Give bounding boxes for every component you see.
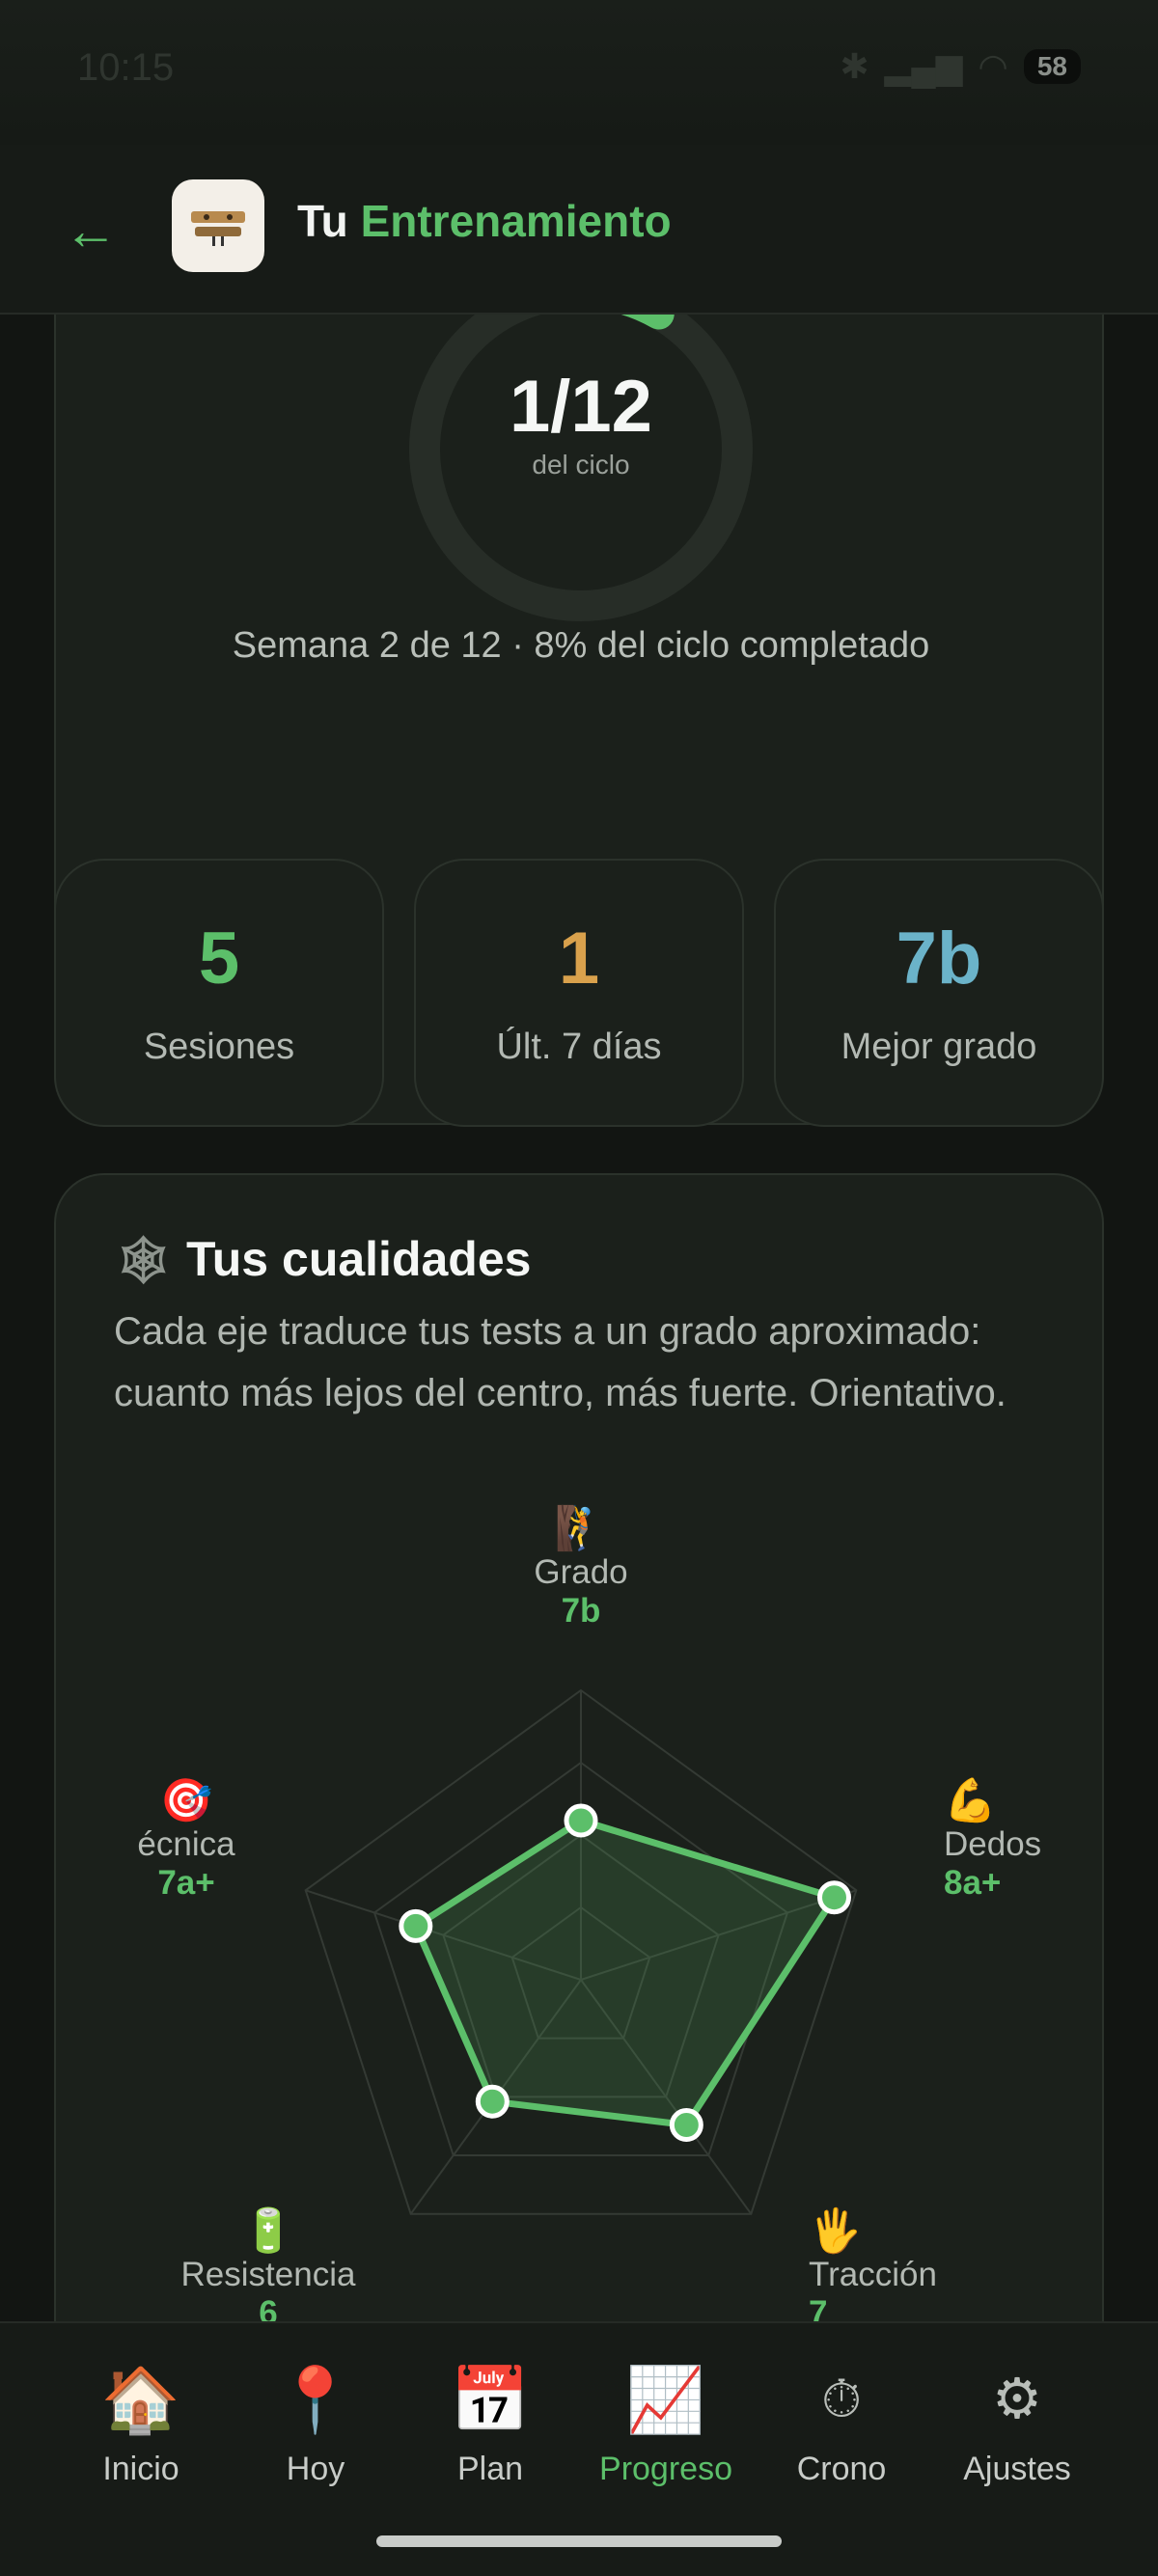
stat-label: Sesiones [143,1027,295,1067]
battery-icon: 58 [1023,49,1081,84]
bluetooth-icon: ✱ [840,46,869,86]
stat-sessions: 5 Sesiones [54,859,384,1127]
axis-name: écnica [137,1825,235,1863]
nav-crono[interactable]: ⏱ Crono [755,2358,928,2488]
stat-label: Mejor grado [841,1027,1037,1067]
status-time: 10:15 [77,46,175,89]
axis-grado: 🧗 Grado 7b [465,1503,697,1631]
axis-name: Tracción [809,2256,937,2293]
radar-point-grado [564,1803,598,1838]
stopwatch-icon: ⏱ [820,2370,863,2428]
stat-value: 5 [198,918,240,1000]
axis-grade: 6 [259,2294,278,2321]
axis-name: Resistencia [180,2256,356,2293]
stat-value: 1 [558,918,600,1000]
page-title: Tu Entrenamiento [297,196,672,246]
nav-hoy[interactable]: 📍 Hoy [229,2358,402,2488]
app-logo-icon [172,179,264,272]
axis-traccion: 🖐 Tracción 7 [809,2206,1060,2321]
pin-icon: 📍 [275,2364,356,2435]
radar-point-resistencia [475,2084,510,2119]
chart-increasing-icon: 📈 [625,2364,706,2435]
status-icons: ✱ ▂▄▆ ◠ 58 [840,46,1081,87]
stat-best-grade: 7b Mejor grado [774,859,1104,1127]
status-bar: 10:15 ✱ ▂▄▆ ◠ 58 [0,0,1158,145]
calendar-icon: 📅 [450,2364,531,2435]
back-arrow-icon[interactable]: ← [64,199,118,261]
nav-label: Progreso [599,2451,732,2487]
nav-progreso[interactable]: 📈 Progreso [579,2358,753,2488]
axis-grade: 8a+ [944,1864,1002,1902]
axis-name: Grado [534,1553,628,1591]
axis-name: Dedos [944,1825,1042,1863]
stat-value: 7b [896,918,982,1000]
app-header: ← Tu Entrenamiento [0,145,1158,315]
nav-label: Inicio [102,2451,179,2487]
gear-icon: ⚙ [992,2368,1042,2430]
target-icon: 🎯 [159,1777,213,1824]
cycle-sub: del ciclo [532,450,630,480]
cycle-summary: Semana 2 de 12 · 8% del ciclo completado [232,625,930,666]
flexed-biceps-icon: 💪 [944,1777,997,1824]
stat-last-7-days: 1 Últ. 7 días [414,859,744,1127]
qualities-card: 🕸 Tus cualidades Cada eje traduce tus te… [54,1173,1104,2321]
axis-grade: 7b [561,1592,601,1630]
axis-tecnica: 🎯 écnica 7a+ [95,1775,278,1903]
home-indicator [376,2535,782,2547]
nav-ajustes[interactable]: ⚙ Ajustes [930,2358,1104,2488]
stat-label: Últ. 7 días [496,1027,662,1067]
nav-plan[interactable]: 📅 Plan [403,2358,577,2488]
nav-label: Ajustes [963,2451,1071,2487]
nav-label: Crono [796,2451,887,2487]
axis-resistencia: 🔋 Resistencia 6 [162,2206,374,2321]
nav-label: Hoy [286,2451,345,2487]
axis-grade: 7 [809,2294,828,2321]
radar-area [412,1817,838,2128]
axis-dedos: 💪 Dedos 8a+ [944,1775,1117,1903]
battery-icon: 🔋 [241,2207,295,2255]
radar-point-écnica [399,1908,433,1943]
cycle-value: 1/12 [510,366,652,448]
radar-point-dedos [816,1880,851,1915]
axis-grade: 7a+ [157,1864,215,1902]
signal-icon: ▂▄▆ [884,46,963,86]
qualities-radar-chart [304,1688,858,2215]
nav-inicio[interactable]: 🏠 Inicio [54,2358,228,2488]
house-icon: 🏠 [100,2364,181,2435]
nav-label: Plan [456,2451,524,2487]
main-content[interactable]: 1/12 del ciclo Semana 2 de 12 · 8% del c… [0,315,1158,2321]
wifi-icon: ◠ [978,46,1008,86]
climber-icon: 🧗 [554,1505,608,1552]
raised-hand-icon: 🖐 [809,2207,862,2255]
radar-point-tracción [669,2107,703,2142]
